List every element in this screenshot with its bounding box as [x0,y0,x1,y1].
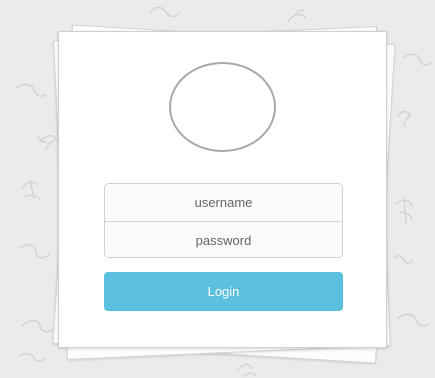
leaf-doodle [21,179,41,201]
squiggle-doodle [149,6,181,18]
avatar-icon [169,62,276,152]
login-card: Login [58,31,387,348]
squiggle-doodle [403,53,433,66]
username-input[interactable] [105,184,342,221]
password-input[interactable] [105,222,342,257]
squiggle-doodle [287,9,307,23]
squiggle-doodle [19,244,51,259]
squiggle-doodle [21,320,55,333]
credentials-group [104,183,343,258]
leaf-doodle [237,363,257,377]
leaf-doodle [397,110,411,127]
squiggle-doodle [19,353,45,362]
login-button[interactable]: Login [104,272,343,311]
leaf-doodle [395,197,413,223]
squiggle-doodle [15,83,47,97]
login-screen: Login [0,0,435,378]
squiggle-doodle [393,255,413,264]
leaf-doodle [37,135,57,151]
squiggle-doodle [397,313,429,327]
